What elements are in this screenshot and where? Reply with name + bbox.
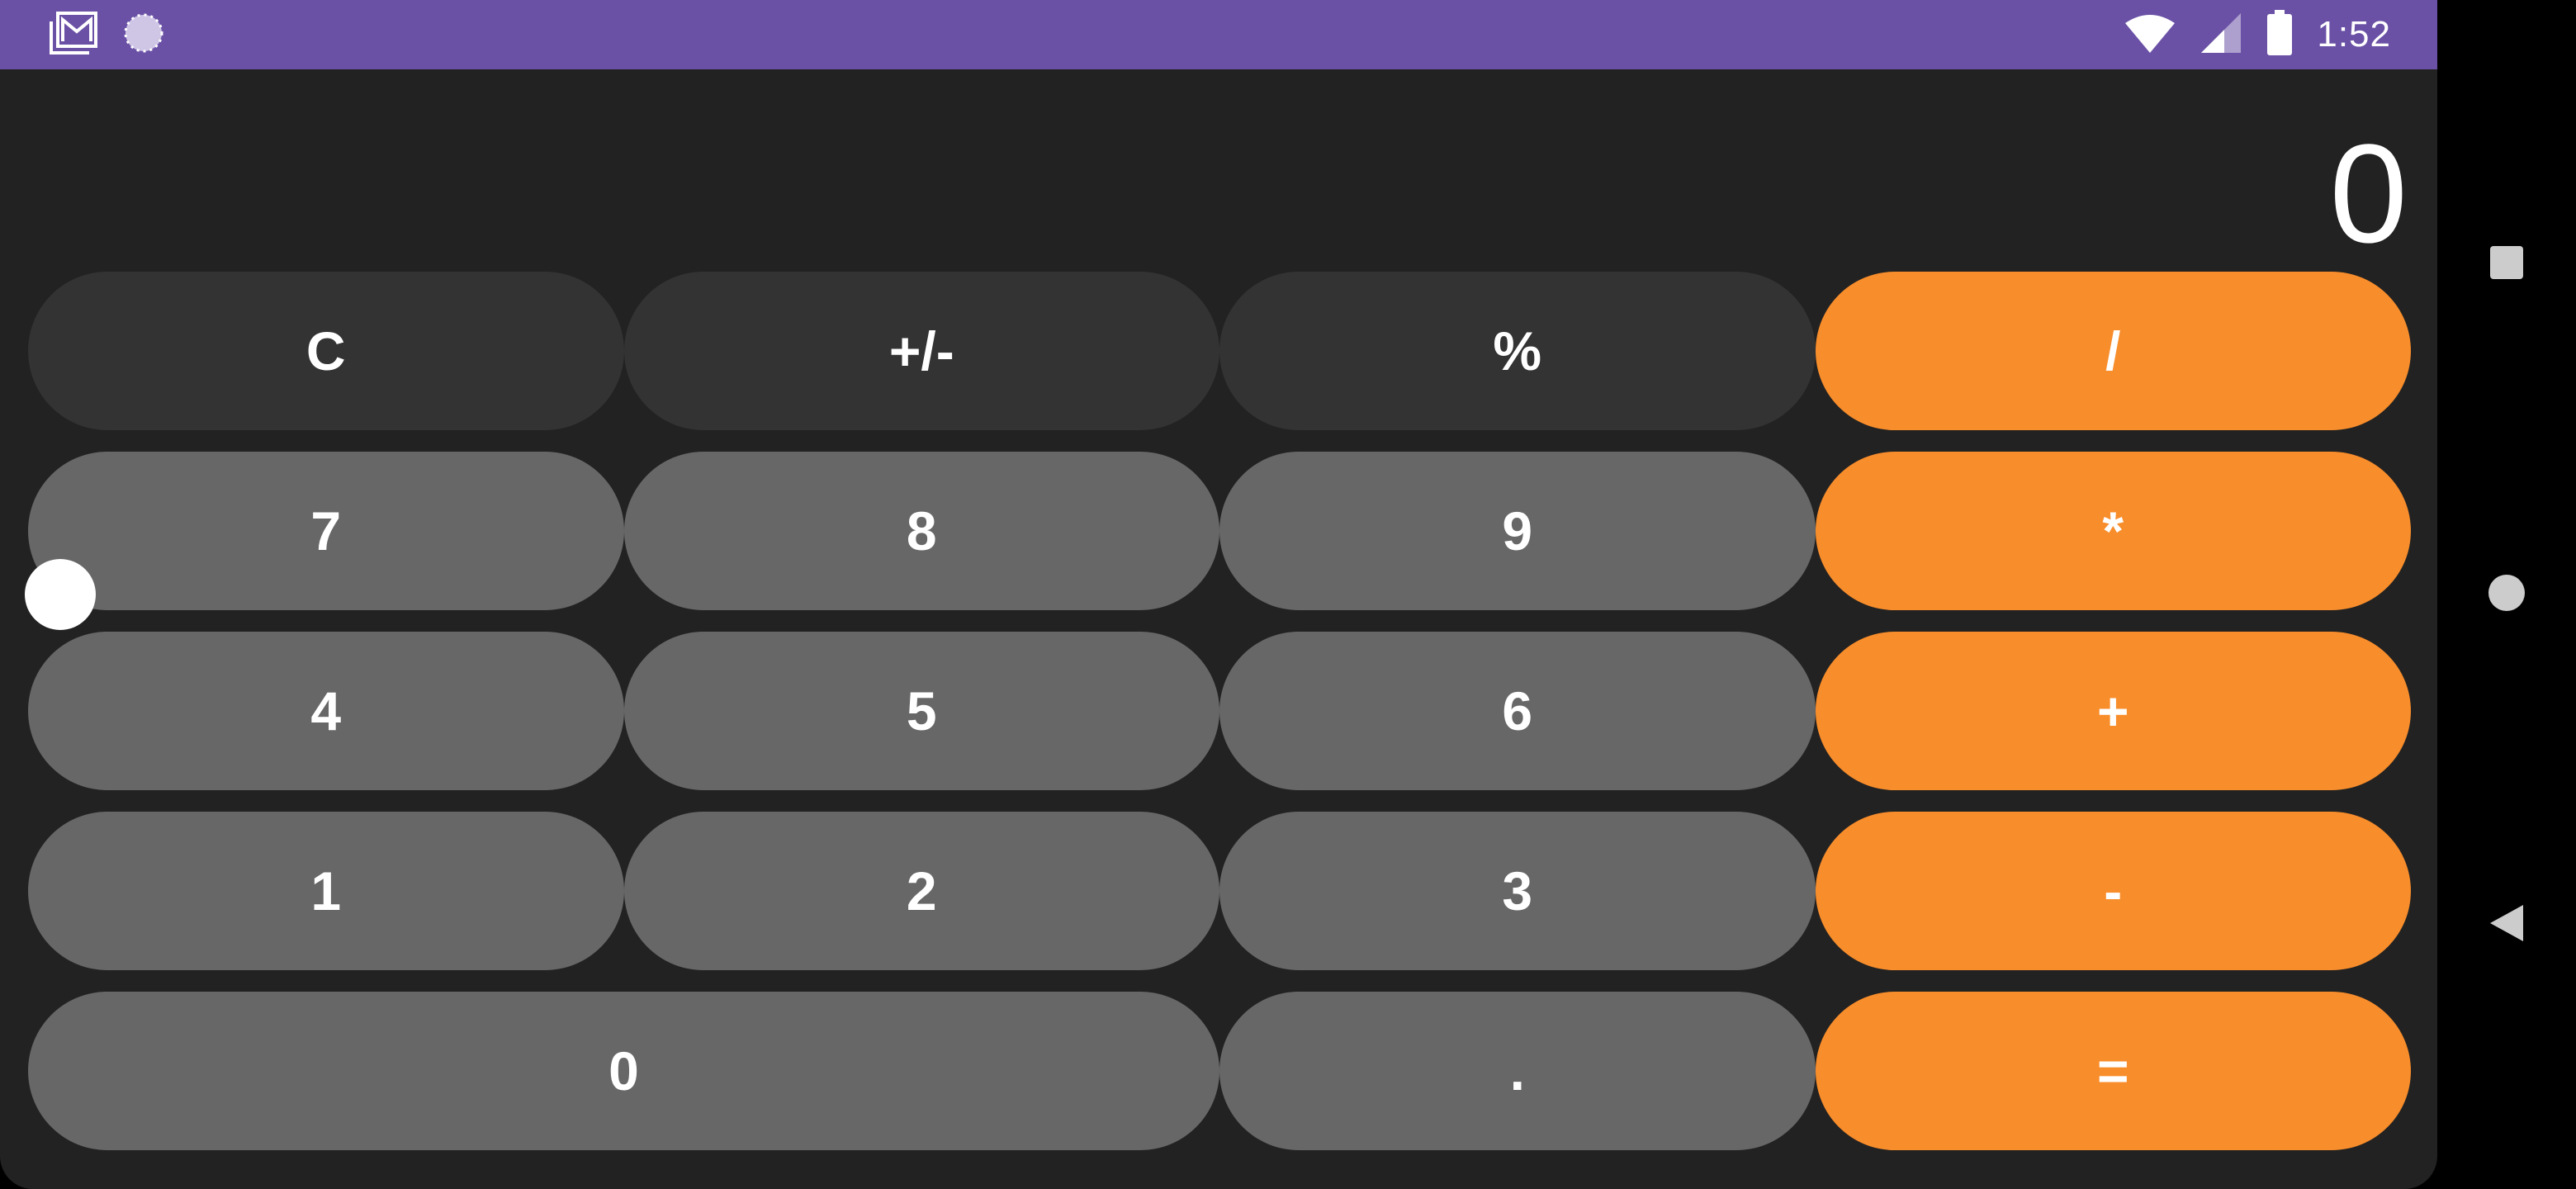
decimal-button[interactable]: . xyxy=(1219,992,1816,1150)
recents-icon xyxy=(2488,244,2525,285)
back-icon xyxy=(2488,903,2525,947)
digit-0-button[interactable]: 0 xyxy=(28,992,1219,1150)
calculator-app: 1:52 0 C +/-%/ 7 8 9 * 4 5 6 +1 2 3- 0. = xyxy=(0,0,2437,1189)
minus-button[interactable]: - xyxy=(1815,812,2411,970)
digit-3-button[interactable]: 3 xyxy=(1219,812,1816,970)
plus-button[interactable]: + xyxy=(1815,632,2411,790)
percent-button[interactable]: % xyxy=(1219,272,1816,430)
digit-6-button[interactable]: 6 xyxy=(1219,632,1816,790)
touch-indicator xyxy=(25,559,96,630)
digit-9-button[interactable]: 9 xyxy=(1219,452,1816,610)
home-icon xyxy=(2488,574,2526,616)
digit-5-button[interactable]: 5 xyxy=(623,632,1219,790)
navigation-bar xyxy=(2437,0,2576,1189)
status-time: 1:52 xyxy=(2317,14,2391,54)
plus-minus-button[interactable]: +/- xyxy=(623,272,1219,430)
result-display: 0 xyxy=(2329,116,2408,272)
clear-button[interactable]: C xyxy=(28,272,624,430)
signal-icon xyxy=(2200,12,2242,59)
recents-button[interactable] xyxy=(2437,215,2576,314)
status-left xyxy=(50,11,165,59)
keypad: C +/-%/ 7 8 9 * 4 5 6 +1 2 3- 0. = xyxy=(28,272,2411,1150)
status-right: 1:52 xyxy=(2124,8,2391,61)
digit-4-button[interactable]: 4 xyxy=(28,632,624,790)
gallery-icon xyxy=(50,11,99,59)
divide-button[interactable]: / xyxy=(1815,272,2411,430)
wifi-icon xyxy=(2124,12,2176,59)
equals-button[interactable]: = xyxy=(1815,992,2411,1150)
digit-2-button[interactable]: 2 xyxy=(623,812,1219,970)
back-button[interactable] xyxy=(2437,875,2576,974)
digit-1-button[interactable]: 1 xyxy=(28,812,624,970)
digit-7-button[interactable]: 7 xyxy=(28,452,624,610)
loading-icon xyxy=(122,12,165,59)
status-bar: 1:52 xyxy=(0,0,2437,69)
multiply-button[interactable]: * xyxy=(1815,452,2411,610)
battery-icon xyxy=(2266,9,2294,60)
digit-8-button[interactable]: 8 xyxy=(623,452,1219,610)
home-button[interactable] xyxy=(2437,545,2576,644)
